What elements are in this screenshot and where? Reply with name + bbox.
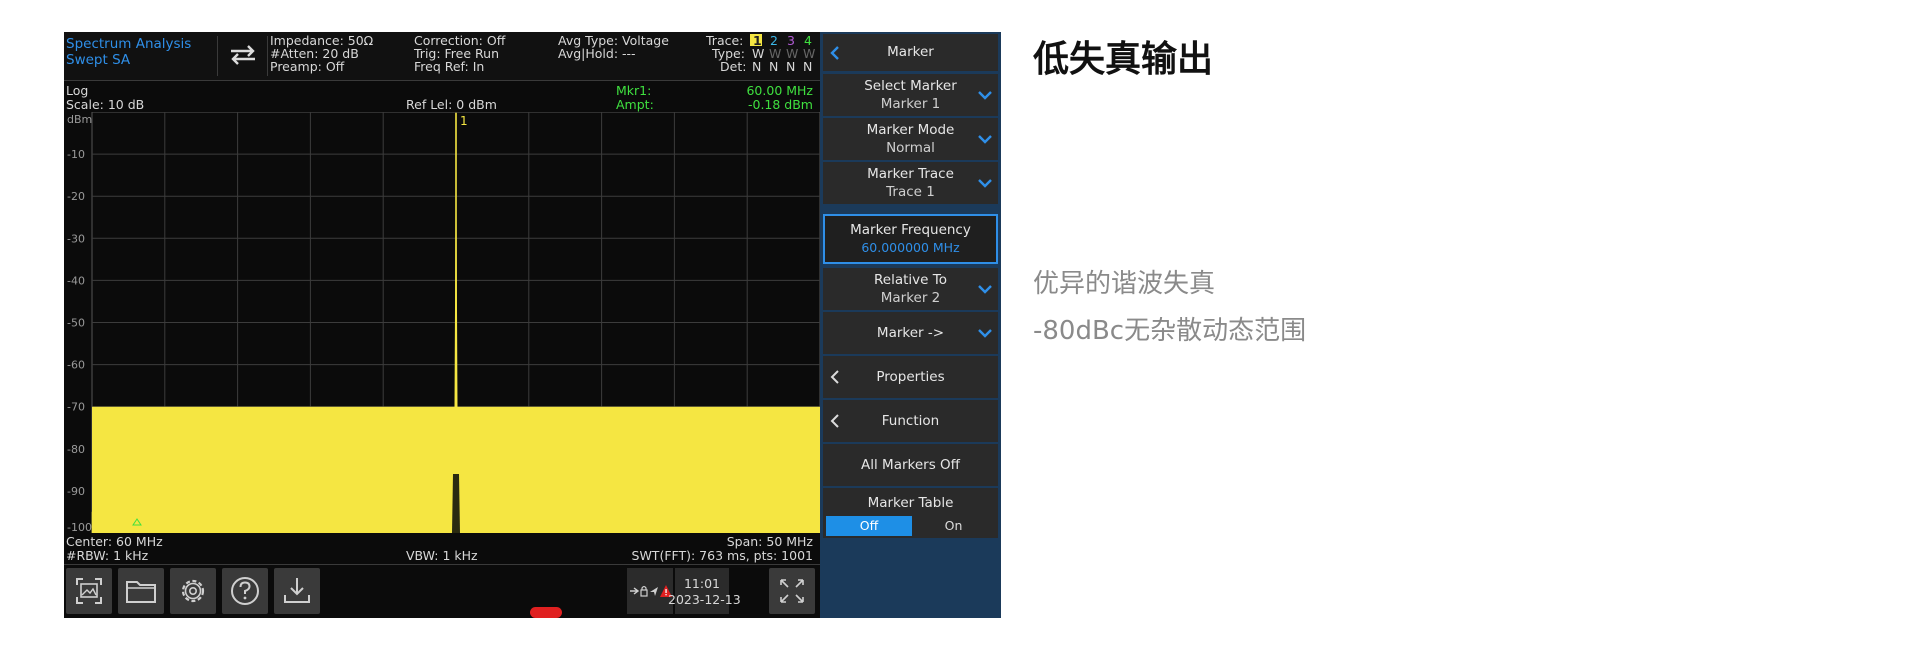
mode-label[interactable]: Spectrum Analysis <box>66 37 191 51</box>
y-unit-label: dBm <box>67 113 92 126</box>
marker-frequency-button[interactable]: Marker Frequency 60.000000 MHz <box>823 214 998 264</box>
preamp-readout: Preamp: Off <box>270 59 345 74</box>
settings-button[interactable] <box>170 568 216 614</box>
trace-det-3: N <box>786 59 796 74</box>
avg-hold-readout: Avg|Hold: --- <box>558 46 636 61</box>
y-tick-label: -70 <box>67 401 85 414</box>
y-tick-label: -80 <box>67 443 85 456</box>
y-tick-label: -20 <box>67 190 85 203</box>
menu-title: Marker <box>887 44 934 60</box>
rbw-label[interactable]: #RBW: 1 kHz <box>66 549 148 562</box>
trace-det-4: N <box>803 59 813 74</box>
status-date: 2023-12-13 <box>668 592 741 607</box>
save-button[interactable] <box>274 568 320 614</box>
y-tick-label: -10 <box>67 148 85 161</box>
y-tick-label: -90 <box>67 485 85 498</box>
lock-icon <box>640 589 648 597</box>
header-divider <box>267 36 268 76</box>
ref-level-label: Ref Lel: 0 dBm <box>406 97 497 112</box>
marker-table-off-toggle[interactable]: Off <box>826 516 912 536</box>
usb-icon <box>630 587 640 595</box>
trace-det-2: N <box>769 59 779 74</box>
feature-line-1: 优异的谐波失真 <box>1033 269 1216 299</box>
header-divider <box>217 36 218 76</box>
chevron-down-icon <box>978 135 992 144</box>
feature-line-2: -80dBc无杂散动态范围 <box>1033 316 1307 346</box>
info-divider <box>64 80 820 81</box>
marker-ampt-value: -0.18 dBm <box>747 97 813 112</box>
folder-icon <box>126 581 156 603</box>
help-icon <box>231 577 259 605</box>
expand-icon <box>780 579 804 603</box>
det-label: Det: <box>720 59 747 74</box>
y-axis-ticks: -10 -20 -30 -40 -50 -60 -70 -80 -90 -100 <box>67 148 92 533</box>
clock-area <box>675 568 729 614</box>
status-time: 11:01 <box>683 576 721 591</box>
spectrum-plot[interactable]: -10 -20 -30 -40 -50 -60 -70 -80 -90 -100 1 dBm <box>64 112 820 533</box>
trace-peak-core <box>452 474 460 533</box>
help-button[interactable] <box>222 568 268 614</box>
sweep-toggle-icon[interactable] <box>227 42 259 68</box>
file-button[interactable] <box>118 568 164 614</box>
status-icons <box>630 585 672 597</box>
page-title: 低失真输出 <box>1033 39 1214 80</box>
chevron-down-icon <box>978 285 992 294</box>
menu-title-back-button[interactable]: Marker <box>823 34 998 71</box>
marker-freq-value: 60.00 MHz <box>746 83 813 98</box>
toolbar-divider <box>64 564 820 565</box>
center-freq-label[interactable]: Center: 60 MHz <box>66 535 163 548</box>
marker-to-button[interactable]: Marker -> <box>823 312 998 354</box>
marker-menu-panel: Marker Select Marker Marker 1 Marker Mod… <box>820 32 1001 618</box>
marker-table-control: Marker Table Off On <box>823 488 998 538</box>
vbw-label[interactable]: VBW: 1 kHz <box>406 549 478 562</box>
y-tick-label: -40 <box>67 274 85 287</box>
marker-1-tag[interactable]: 1 <box>460 114 468 128</box>
download-icon <box>284 578 310 603</box>
y-tick-label: -60 <box>67 359 85 372</box>
marker-trace-button[interactable]: Marker Trace Trace 1 <box>823 162 998 204</box>
chevron-down-icon <box>978 91 992 100</box>
send-icon <box>650 587 658 596</box>
sweep-mode-label[interactable]: Swept SA <box>66 53 130 67</box>
y-tick-label: -100 <box>67 521 92 533</box>
chevron-down-icon <box>978 179 992 188</box>
spectrum-analyzer-screen: Spectrum Analysis Swept SA Impedance: 50… <box>64 32 1001 618</box>
y-tick-label: -30 <box>67 232 85 245</box>
screenshot-icon <box>76 578 102 604</box>
fullscreen-button[interactable] <box>769 568 815 614</box>
screenshot-button[interactable] <box>66 568 112 614</box>
relative-to-button[interactable]: Relative To Marker 2 <box>823 268 998 310</box>
swt-label[interactable]: SWT(FFT): 763 ms, pts: 1001 <box>632 549 813 562</box>
marker-table-on-toggle[interactable]: On <box>912 516 995 536</box>
chevron-left-icon <box>830 370 839 384</box>
span-label[interactable]: Span: 50 MHz <box>727 535 813 548</box>
properties-button[interactable]: Properties <box>823 356 998 398</box>
gear-icon <box>181 579 205 603</box>
all-markers-off-button[interactable]: All Markers Off <box>823 444 998 486</box>
select-marker-button[interactable]: Select Marker Marker 1 <box>823 74 998 116</box>
chevron-left-icon <box>830 414 839 428</box>
home-indicator[interactable] <box>530 607 562 618</box>
trace-det-1: N <box>752 59 762 74</box>
marker-freq-label: Mkr1: <box>616 83 652 98</box>
marker-mode-button[interactable]: Marker Mode Normal <box>823 118 998 160</box>
scale-label: Scale: 10 dB <box>66 97 145 112</box>
chevron-left-icon <box>830 45 839 60</box>
chevron-down-icon <box>978 329 992 338</box>
marker-ampt-label: Ampt: <box>616 97 654 112</box>
y-tick-label: -50 <box>67 317 85 330</box>
function-button[interactable]: Function <box>823 400 998 442</box>
freq-ref-readout: Freq Ref: In <box>414 59 485 74</box>
scale-mode-label: Log <box>66 83 89 98</box>
